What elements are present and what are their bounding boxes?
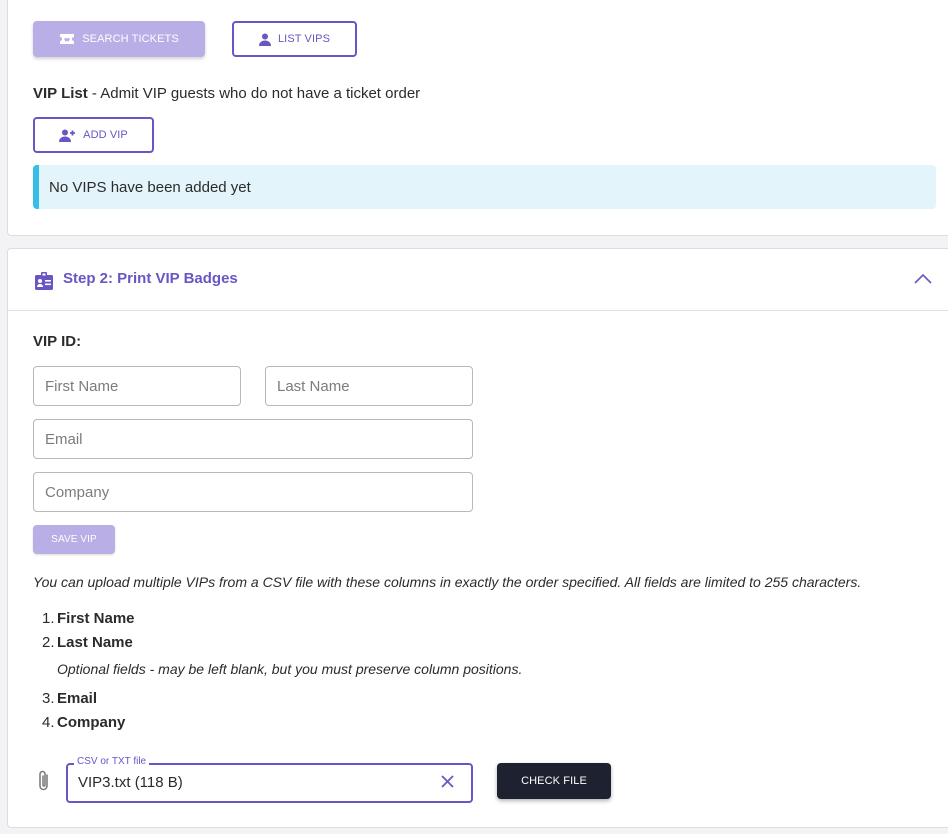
save-vip-button[interactable]: Save VIP [33, 525, 115, 554]
check-file-button[interactable]: Check File [497, 763, 611, 799]
list-item: 4. Company [42, 713, 522, 737]
close-icon[interactable] [440, 774, 455, 789]
print-badges-card: Step 2: Print VIP Badges VIP ID: Save VI… [7, 248, 948, 828]
column-number: 2. [42, 634, 55, 651]
no-vips-alert-text: No VIPS have been added yet [49, 178, 251, 196]
selected-file-name: VIP3.txt (118 B) [78, 774, 183, 791]
add-person-icon [59, 129, 76, 142]
paperclip-icon[interactable] [37, 769, 51, 793]
chevron-up-icon[interactable] [914, 273, 932, 284]
ticket-icon [60, 34, 75, 44]
email-input[interactable] [33, 419, 473, 459]
first-name-input[interactable] [33, 366, 241, 406]
vip-list-title: VIP List [33, 85, 88, 102]
person-icon [258, 33, 271, 46]
list-item: 2. Last Name [42, 633, 522, 657]
no-vips-alert: No VIPS have been added yet [33, 165, 936, 209]
column-number: 3. [42, 690, 55, 707]
check-file-label: Check File [521, 775, 587, 787]
save-vip-label: Save VIP [51, 534, 97, 545]
add-vip-button[interactable]: Add VIP [33, 117, 154, 153]
vip-id-label: VIP ID: [33, 333, 82, 350]
company-input[interactable] [33, 472, 473, 512]
column-name: Email [57, 690, 98, 707]
list-vips-button[interactable]: List VIPs [232, 21, 357, 57]
vip-list-description: - Admit VIP guests who do not have a tic… [87, 85, 421, 102]
list-vips-label: List VIPs [277, 33, 331, 45]
column-number: 4. [42, 714, 55, 731]
column-number: 1. [42, 610, 55, 627]
badge-icon [35, 272, 53, 290]
add-vip-label: Add VIP [83, 129, 128, 141]
column-name: Company [57, 714, 126, 731]
step2-title: Step 2: Print VIP Badges [63, 270, 238, 287]
upload-instructions: You can upload multiple VIPs from a CSV … [33, 574, 862, 590]
vip-list-heading: VIP List - Admit VIP guests who do not h… [33, 85, 420, 102]
file-input-label: CSV or TXT file [74, 756, 150, 767]
column-name: First Name [57, 610, 135, 627]
list-item: 1. First Name [42, 609, 522, 633]
last-name-input[interactable] [265, 366, 473, 406]
column-name: Last Name [57, 634, 133, 651]
list-item: 3. Email [42, 689, 522, 713]
step2-header[interactable]: Step 2: Print VIP Badges [8, 249, 948, 311]
vip-search-card: Search Tickets List VIPs VIP List - Admi… [7, 0, 948, 236]
csv-columns-list: 1. First Name 2. Last Name Optional fields… [42, 609, 522, 737]
search-tickets-label: Search Tickets [82, 33, 179, 45]
search-tickets-button[interactable]: Search Tickets [33, 21, 205, 57]
optional-fields-note: Optional fields - may be left blank, but… [57, 661, 523, 677]
